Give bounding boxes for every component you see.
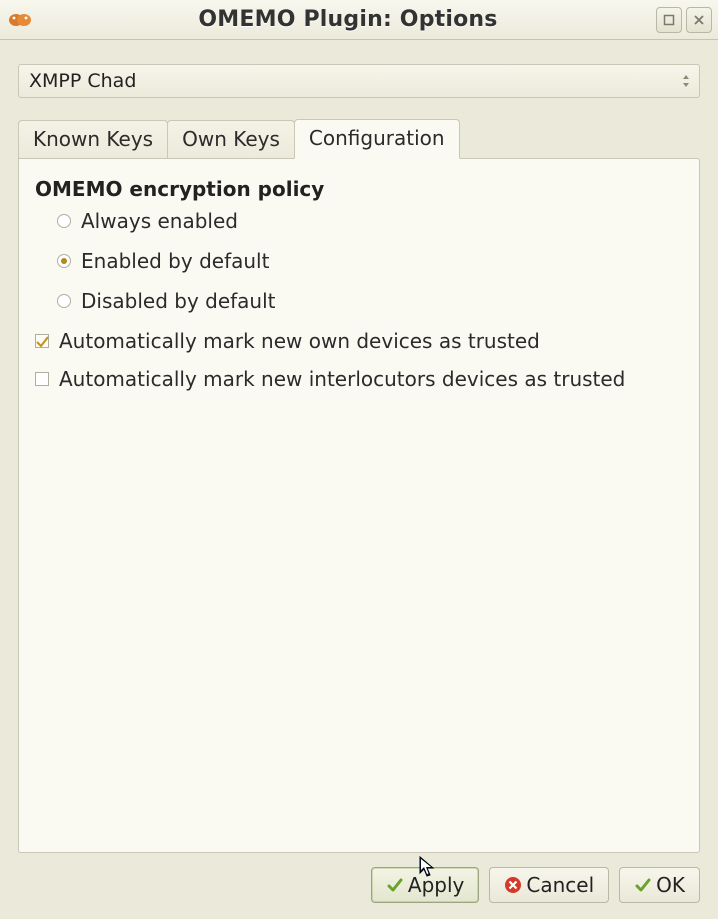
tab-known-keys[interactable]: Known Keys bbox=[18, 120, 168, 159]
radio-icon bbox=[57, 294, 71, 308]
account-select-value: XMPP Chad bbox=[29, 70, 136, 92]
tab-own-keys[interactable]: Own Keys bbox=[167, 120, 295, 159]
radio-icon bbox=[57, 214, 71, 228]
checkbox-label: Automatically mark new interlocutors dev… bbox=[59, 367, 625, 391]
maximize-button[interactable] bbox=[656, 7, 682, 33]
radio-enabled-by-default[interactable]: Enabled by default bbox=[57, 249, 683, 273]
checkbox-trust-interlocutor-devices[interactable]: Automatically mark new interlocutors dev… bbox=[35, 367, 683, 391]
close-button[interactable] bbox=[686, 7, 712, 33]
checkbox-trust-own-devices[interactable]: Automatically mark new own devices as tr… bbox=[35, 329, 683, 353]
radio-label: Disabled by default bbox=[81, 289, 276, 313]
radio-always-enabled[interactable]: Always enabled bbox=[57, 209, 683, 233]
policy-section-title: OMEMO encryption policy bbox=[35, 177, 683, 201]
check-icon bbox=[386, 876, 404, 894]
button-label: Apply bbox=[408, 873, 464, 897]
close-circle-icon bbox=[504, 876, 522, 894]
apply-button[interactable]: Apply bbox=[371, 867, 479, 903]
account-select[interactable]: XMPP Chad bbox=[18, 64, 700, 98]
checkbox-icon bbox=[35, 334, 49, 348]
policy-radio-group: Always enabled Enabled by default Disabl… bbox=[57, 209, 683, 313]
configuration-panel: OMEMO encryption policy Always enabled E… bbox=[18, 158, 700, 853]
dropdown-handle-icon bbox=[683, 75, 691, 87]
cancel-button[interactable]: Cancel bbox=[489, 867, 609, 903]
dialog-button-bar: Apply Cancel OK bbox=[18, 867, 700, 903]
check-icon bbox=[634, 876, 652, 894]
button-label: OK bbox=[656, 873, 685, 897]
checkbox-label: Automatically mark new own devices as tr… bbox=[59, 329, 540, 353]
radio-label: Enabled by default bbox=[81, 249, 269, 273]
window-title: OMEMO Plugin: Options bbox=[40, 7, 656, 32]
checkbox-icon bbox=[35, 372, 49, 386]
radio-icon bbox=[57, 254, 71, 268]
app-icon bbox=[6, 10, 34, 30]
tab-configuration[interactable]: Configuration bbox=[294, 119, 460, 159]
titlebar: OMEMO Plugin: Options bbox=[0, 0, 718, 40]
radio-disabled-by-default[interactable]: Disabled by default bbox=[57, 289, 683, 313]
radio-label: Always enabled bbox=[81, 209, 238, 233]
ok-button[interactable]: OK bbox=[619, 867, 700, 903]
tab-bar: Known Keys Own Keys Configuration bbox=[18, 118, 700, 158]
button-label: Cancel bbox=[526, 873, 594, 897]
